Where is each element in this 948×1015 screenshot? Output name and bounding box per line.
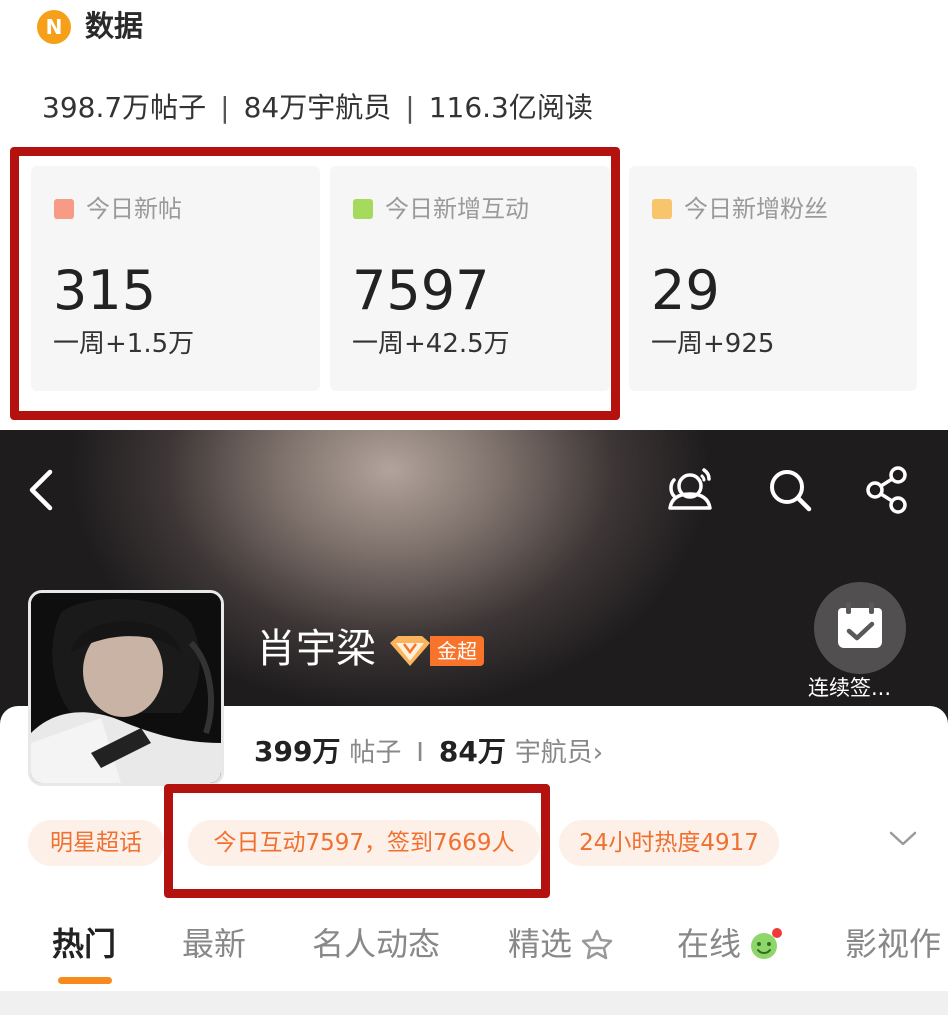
members-unit: 宇航员	[514, 738, 593, 768]
highlight-box-stats	[10, 147, 620, 420]
section-title: 数据	[85, 9, 144, 43]
summary-stats: 398.7万帖子 | 84万宇航员 | 116.3亿阅读	[42, 88, 593, 128]
badge-label: 金超	[430, 636, 484, 666]
tab-latest[interactable]: 最新	[182, 920, 246, 968]
posts-count: 399万	[254, 735, 341, 768]
stat-card-new-fans: 今日新增粉丝 29 一周+925	[629, 166, 917, 391]
summary-reads: 116.3亿阅读	[428, 91, 593, 124]
legend-square-icon	[652, 199, 672, 219]
tab-film-tv[interactable]: 影视作	[845, 920, 941, 968]
tab-online[interactable]: 在线	[677, 920, 741, 968]
stat-label: 今日新增粉丝	[684, 195, 828, 223]
posts-unit: 帖子	[349, 738, 402, 768]
summary-separator: |	[220, 91, 230, 124]
highlight-box-pill	[164, 784, 550, 898]
summary-separator: |	[405, 91, 415, 124]
summary-posts: 398.7万帖子	[42, 91, 207, 124]
active-tab-indicator	[58, 977, 112, 984]
logo-icon: N	[37, 10, 71, 44]
checkin-label: 连续签...	[808, 676, 892, 700]
tab-hot[interactable]: 热门	[52, 920, 116, 968]
tab-featured[interactable]: 精选	[508, 920, 572, 968]
avatar[interactable]	[28, 590, 224, 786]
featured-star-icon	[581, 929, 613, 960]
stat-weekly: 一周+925	[651, 329, 775, 359]
tab-celebrity-updates[interactable]: 名人动态	[312, 920, 440, 968]
calendar-check-icon	[838, 602, 882, 648]
chat-icon[interactable]	[660, 462, 716, 518]
stat-value: 29	[651, 259, 720, 322]
profile-name: 肖宇梁	[256, 626, 376, 672]
members-count: 84万	[438, 735, 506, 768]
search-icon[interactable]	[762, 462, 818, 518]
chevron-right-icon: ›	[592, 738, 604, 768]
back-icon[interactable]	[22, 468, 66, 512]
stats-divider: I	[416, 738, 424, 768]
pill-star-topic[interactable]: 明星超话	[28, 820, 164, 866]
summary-members: 84万宇航员	[243, 91, 392, 124]
share-icon[interactable]	[860, 462, 916, 518]
online-face-icon	[751, 928, 782, 959]
chevron-down-icon[interactable]	[888, 826, 918, 850]
profile-stats[interactable]: 399万 帖子 I 84万 宇航员›	[254, 732, 603, 773]
pill-heat[interactable]: 24小时热度4917	[559, 820, 779, 866]
checkin-button[interactable]	[814, 582, 906, 674]
avatar-photo	[31, 593, 221, 783]
content-divider	[0, 991, 948, 1015]
